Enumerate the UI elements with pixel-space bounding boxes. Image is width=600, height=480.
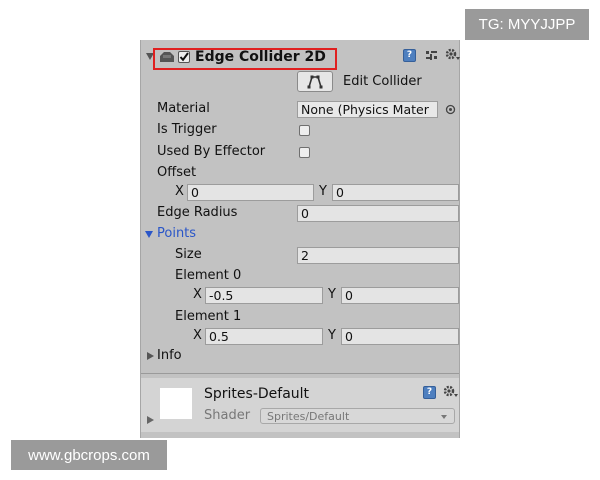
- offset-label: Offset: [157, 165, 197, 180]
- shader-label: Shader: [204, 408, 251, 423]
- element-1-label: Element 1: [175, 309, 242, 324]
- edge-radius-label: Edge Radius: [157, 205, 238, 220]
- material-name: Sprites-Default: [204, 386, 310, 402]
- element-1-y-field[interactable]: 0: [341, 328, 459, 345]
- shader-dropdown-value: Sprites/Default: [267, 410, 350, 423]
- points-foldout-arrow[interactable]: [145, 231, 153, 238]
- element-0-label: Element 0: [175, 268, 242, 283]
- is-trigger-label: Is Trigger: [157, 122, 217, 137]
- used-by-effector-checkbox[interactable]: [299, 147, 310, 158]
- inspector-panel: Edge Collider 2D ? Edit Collider Materia…: [140, 40, 460, 438]
- element-0-x-field[interactable]: -0.5: [205, 287, 323, 304]
- edit-collider-icon: [307, 75, 323, 89]
- edit-collider-button[interactable]: [297, 71, 333, 92]
- help-icon[interactable]: ?: [403, 49, 416, 62]
- watermark-top: TG: MYYJJPP: [465, 9, 589, 40]
- chevron-down-icon: [441, 415, 447, 419]
- material-preview: [160, 388, 192, 419]
- material-section: Sprites-Default Shader Sprites/Default ?: [141, 378, 459, 432]
- element-0-y-label: Y: [328, 287, 336, 302]
- object-picker-icon[interactable]: [445, 104, 456, 115]
- material-field[interactable]: None (Physics Mater: [297, 101, 438, 118]
- offset-y-field[interactable]: 0: [332, 184, 459, 201]
- element-1-y-label: Y: [328, 328, 336, 343]
- highlight-box: [153, 48, 337, 70]
- preset-icon[interactable]: [425, 49, 438, 62]
- shader-dropdown[interactable]: Sprites/Default: [260, 408, 455, 424]
- section-divider: [141, 373, 459, 374]
- material-foldout-arrow[interactable]: [147, 416, 154, 424]
- element-1-x-label: X: [193, 328, 202, 343]
- material-help-icon[interactable]: ?: [423, 386, 436, 399]
- element-1-x-field[interactable]: 0.5: [205, 328, 323, 345]
- element-0-y-field[interactable]: 0: [341, 287, 459, 304]
- component-header: Edge Collider 2D ?: [141, 40, 460, 74]
- size-label: Size: [175, 247, 202, 262]
- offset-x-field[interactable]: 0: [187, 184, 314, 201]
- info-foldout-arrow[interactable]: [147, 352, 154, 360]
- gear-icon[interactable]: [445, 48, 460, 62]
- element-0-x-label: X: [193, 287, 202, 302]
- watermark-bottom: www.gbcrops.com: [11, 440, 167, 470]
- size-field[interactable]: 2: [297, 247, 459, 264]
- edit-collider-label: Edit Collider: [343, 74, 422, 89]
- offset-y-label: Y: [319, 184, 327, 199]
- is-trigger-checkbox[interactable]: [299, 125, 310, 136]
- used-by-effector-label: Used By Effector: [157, 144, 266, 159]
- material-label: Material: [157, 101, 210, 116]
- info-label[interactable]: Info: [157, 348, 182, 364]
- points-label[interactable]: Points: [157, 226, 196, 242]
- material-gear-icon[interactable]: [443, 385, 458, 399]
- edge-radius-field[interactable]: 0: [297, 205, 459, 222]
- offset-x-label: X: [175, 184, 184, 199]
